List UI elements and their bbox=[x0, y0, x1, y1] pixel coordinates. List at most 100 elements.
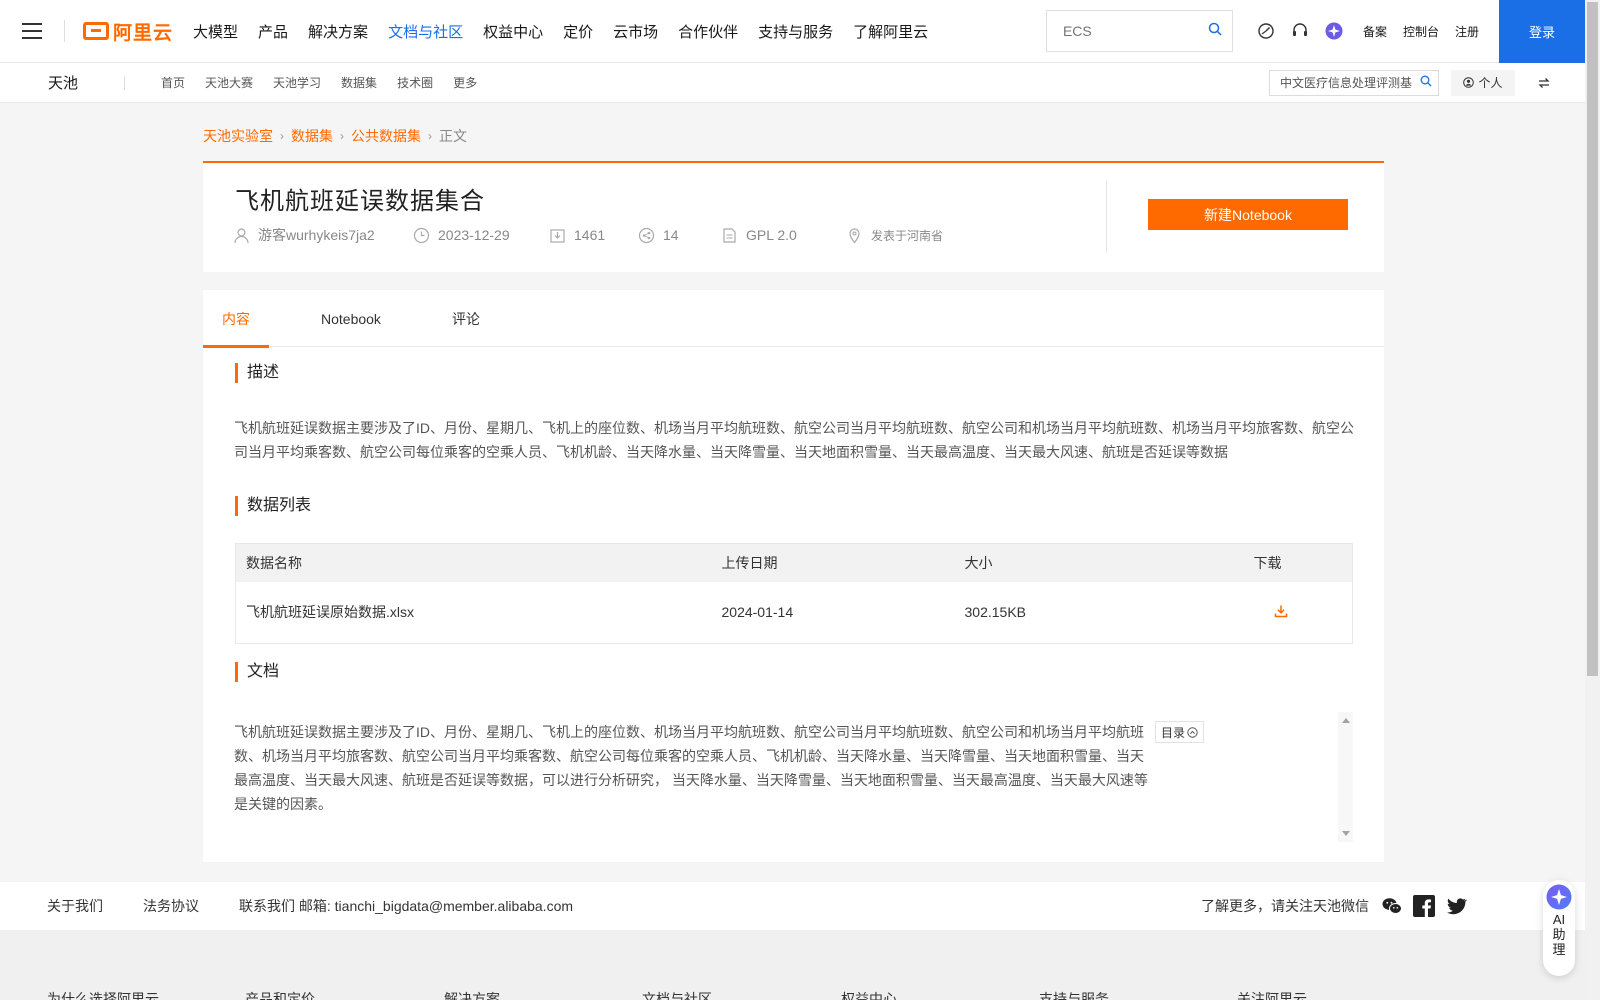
personal-label: 个人 bbox=[1478, 76, 1503, 90]
subnav-item-more[interactable]: 更多 bbox=[453, 74, 477, 91]
meta-author: 游客wurhykeis7ja2 bbox=[233, 225, 413, 245]
filing-link[interactable]: 备案 bbox=[1363, 23, 1387, 40]
breadcrumb-datasets[interactable]: 数据集 bbox=[291, 126, 333, 146]
subnav-item-home[interactable]: 首页 bbox=[161, 74, 185, 91]
tab-content[interactable]: 内容 bbox=[203, 290, 269, 348]
publish-date: 2023-12-29 bbox=[438, 227, 510, 243]
sitemap-col-support[interactable]: 支持与服务 bbox=[1039, 989, 1109, 1000]
nav-item-products[interactable]: 产品 bbox=[258, 21, 288, 42]
sitemap-col-products[interactable]: 产品和定价 bbox=[245, 989, 315, 1000]
breadcrumb-lab[interactable]: 天池实验室 bbox=[203, 126, 273, 146]
subnav-divider bbox=[124, 75, 125, 90]
tab-notebook[interactable]: Notebook bbox=[302, 290, 400, 347]
nav-item-about[interactable]: 了解阿里云 bbox=[853, 21, 928, 42]
meta-location: 发表于河南省 bbox=[846, 227, 943, 244]
page-scrollbar[interactable] bbox=[1585, 0, 1600, 1000]
new-notebook-button[interactable]: 新建Notebook bbox=[1148, 199, 1348, 230]
aliyun-logo-icon bbox=[83, 22, 109, 40]
col-header-size: 大小 bbox=[954, 543, 1244, 582]
aliyun-logo[interactable]: 阿里云 bbox=[83, 18, 173, 45]
subnav-search-input[interactable] bbox=[1280, 75, 1420, 90]
subnav-item-datasets[interactable]: 数据集 bbox=[341, 74, 377, 91]
footer-legal-link[interactable]: 法务协议 bbox=[143, 896, 199, 916]
sitemap-col-solutions[interactable]: 解决方案 bbox=[444, 989, 500, 1000]
scroll-up-arrow-icon[interactable] bbox=[1342, 718, 1350, 723]
download-count-icon bbox=[550, 228, 565, 243]
ai-star-icon[interactable] bbox=[1317, 0, 1351, 63]
doc-area: 飞机航班延误数据主要涉及了ID、月份、星期几、飞机上的座位数、机场当月平均航班数… bbox=[234, 712, 1354, 842]
meta-shares: 14 bbox=[638, 227, 721, 244]
breadcrumb-public-datasets[interactable]: 公共数据集 bbox=[351, 126, 421, 146]
subnav-search-box bbox=[1269, 69, 1439, 96]
data-file-table: 数据名称 上传日期 大小 下载 飞机航班延误原始数据.xlsx 2024-01-… bbox=[235, 543, 1353, 644]
col-header-date: 上传日期 bbox=[711, 543, 955, 582]
menu-icon[interactable] bbox=[0, 0, 64, 63]
document-icon bbox=[723, 227, 736, 243]
toc-button[interactable]: 目录 bbox=[1155, 721, 1205, 743]
breadcrumb-current: 正文 bbox=[439, 128, 467, 144]
file-name: 飞机航班延误原始数据.xlsx bbox=[246, 604, 414, 621]
table-header-row: 数据名称 上传日期 大小 下载 bbox=[235, 543, 1353, 582]
sitemap-col-why[interactable]: 为什么选择阿里云 bbox=[47, 989, 159, 1000]
subnav-item-tech-circle[interactable]: 技术圈 bbox=[397, 74, 433, 91]
nav-item-partners[interactable]: 合作伙伴 bbox=[678, 21, 738, 42]
top-search-box bbox=[1045, 10, 1233, 52]
sitemap-col-docs[interactable]: 文档与社区 bbox=[642, 989, 712, 1000]
table-row: 飞机航班延误原始数据.xlsx 2024-01-14 302.15KB bbox=[236, 582, 1353, 644]
meta-date: 2023-12-29 bbox=[413, 227, 549, 244]
doc-scrollbar[interactable] bbox=[1338, 712, 1353, 842]
chevron-right-icon: › bbox=[280, 129, 284, 143]
share-count: 14 bbox=[663, 227, 679, 243]
top-search-input[interactable] bbox=[1062, 23, 1208, 39]
wechat-icon[interactable] bbox=[1381, 895, 1403, 917]
col-header-download: 下载 bbox=[1243, 543, 1353, 582]
nav-item-llm[interactable]: 大模型 bbox=[193, 21, 238, 42]
tianchi-brand[interactable]: 天池 bbox=[48, 72, 124, 93]
share-icon bbox=[638, 227, 655, 243]
search-icon[interactable] bbox=[1208, 22, 1222, 41]
nav-item-docs-community[interactable]: 文档与社区 bbox=[388, 21, 463, 42]
facebook-icon[interactable] bbox=[1413, 895, 1435, 917]
twitter-icon[interactable] bbox=[1445, 895, 1467, 917]
download-icon[interactable] bbox=[1274, 605, 1288, 621]
subnav-item-learning[interactable]: 天池学习 bbox=[273, 74, 321, 91]
publish-location: 发表于河南省 bbox=[871, 228, 944, 243]
sitemap-col-follow[interactable]: 关注阿里云 bbox=[1237, 989, 1307, 1000]
footer-sitemap: 为什么选择阿里云 产品和定价 解决方案 文档与社区 权益中心 支持与服务 关注阿… bbox=[0, 930, 1585, 1000]
location-pin-icon bbox=[849, 227, 860, 243]
switch-icon[interactable] bbox=[1535, 74, 1553, 92]
footer-contact: 联系我们 邮箱: tianchi_bigdata@member.alibaba.… bbox=[239, 898, 574, 914]
header-divider bbox=[1106, 181, 1107, 253]
footer-about-link[interactable]: 关于我们 bbox=[47, 896, 103, 916]
tab-comments[interactable]: 评论 bbox=[433, 290, 499, 347]
scroll-down-arrow-icon[interactable] bbox=[1342, 831, 1350, 836]
headset-icon[interactable] bbox=[1283, 0, 1317, 63]
section-data-list-title: 数据列表 bbox=[235, 496, 311, 516]
login-button[interactable]: 登录 bbox=[1499, 0, 1585, 63]
clock-icon bbox=[413, 227, 430, 243]
page-scrollbar-thumb[interactable] bbox=[1587, 2, 1598, 676]
ai-assistant-button[interactable]: AI助理 bbox=[1543, 880, 1575, 976]
chevron-right-icon: › bbox=[428, 129, 432, 143]
nav-item-benefits[interactable]: 权益中心 bbox=[483, 21, 543, 42]
chevron-up-circle-icon bbox=[1187, 726, 1198, 738]
subnav-item-competitions[interactable]: 天池大赛 bbox=[205, 74, 253, 91]
top-navigation: 阿里云 大模型 产品 解决方案 文档与社区 权益中心 定价 云市场 合作伙伴 支… bbox=[0, 0, 1585, 63]
description-text: 飞机航班延误数据主要涉及了ID、月份、星期几、飞机上的座位数、机场当月平均航班数… bbox=[234, 420, 1354, 460]
download-count: 1461 bbox=[574, 227, 606, 243]
console-link[interactable]: 控制台 bbox=[1403, 23, 1439, 40]
register-link[interactable]: 注册 bbox=[1455, 23, 1479, 40]
file-upload-date: 2024-01-14 bbox=[721, 604, 794, 621]
nav-item-marketplace[interactable]: 云市场 bbox=[613, 21, 658, 42]
personal-button[interactable]: 个人 bbox=[1451, 69, 1515, 96]
file-size: 302.15KB bbox=[964, 604, 1027, 621]
dashboard-gauge-icon[interactable] bbox=[1249, 0, 1283, 63]
search-icon[interactable] bbox=[1420, 74, 1432, 92]
nav-item-pricing[interactable]: 定价 bbox=[563, 21, 593, 42]
nav-item-solutions[interactable]: 解决方案 bbox=[308, 21, 368, 42]
user-circle-icon bbox=[1463, 77, 1475, 88]
tianchi-subnav: 天池 首页 天池大赛 天池学习 数据集 技术圈 更多 个人 bbox=[0, 63, 1585, 103]
author-name[interactable]: 游客wurhykeis7ja2 bbox=[258, 225, 375, 245]
sitemap-col-benefits[interactable]: 权益中心 bbox=[841, 989, 897, 1000]
nav-item-support[interactable]: 支持与服务 bbox=[758, 21, 833, 42]
